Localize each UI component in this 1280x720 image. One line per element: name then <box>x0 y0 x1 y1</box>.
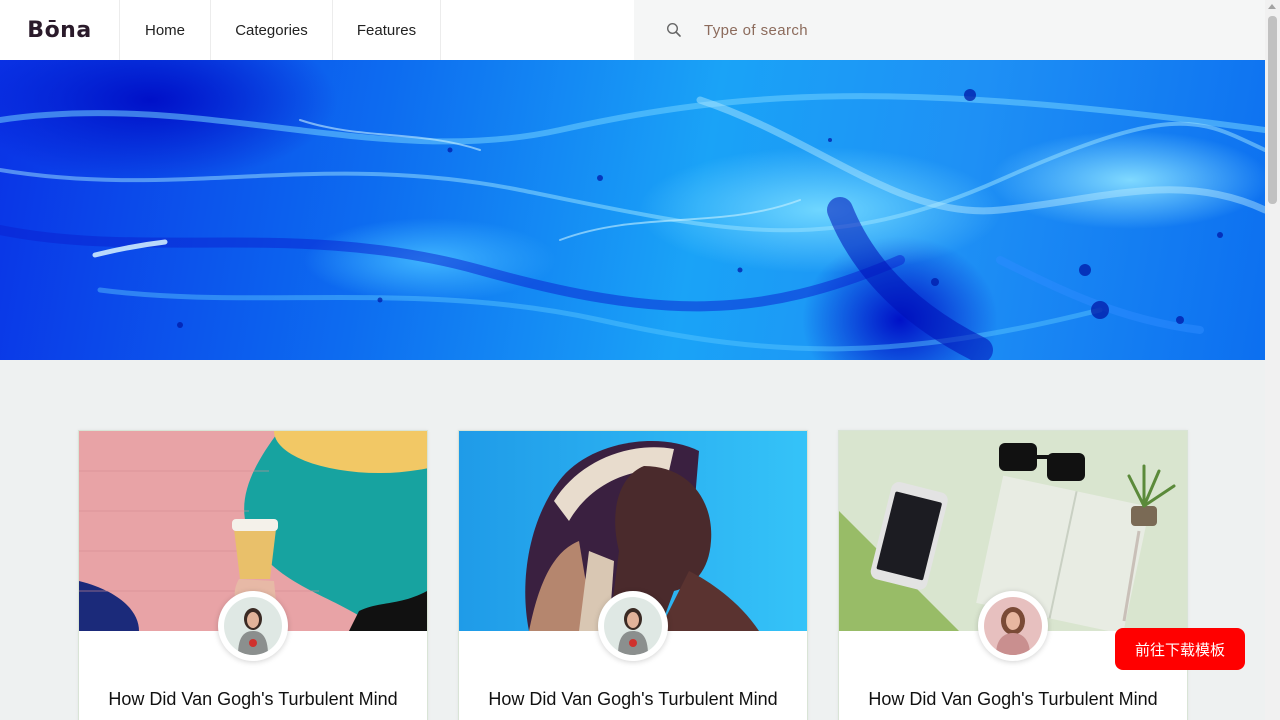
search-bar <box>634 0 1265 60</box>
hero-banner-image <box>0 60 1265 360</box>
nav-item-features[interactable]: Features <box>333 0 441 60</box>
nav-item-home[interactable]: Home <box>120 0 211 60</box>
download-template-button[interactable]: 前往下载模板 <box>1115 628 1245 670</box>
scroll-up-arrow-icon[interactable] <box>1268 4 1276 9</box>
nav-item-categories[interactable]: Categories <box>211 0 333 60</box>
site-logo[interactable]: Bōna <box>0 0 120 60</box>
author-avatar[interactable] <box>218 591 288 661</box>
post-card[interactable]: How Did Van Gogh's Turbulent Mind <box>458 430 808 720</box>
woman-avatar-icon <box>224 597 282 655</box>
post-card[interactable]: How Did Van Gogh's Turbulent Mind <box>78 430 428 720</box>
woman-pink-avatar-icon <box>984 597 1042 655</box>
author-avatar[interactable] <box>598 591 668 661</box>
post-card[interactable]: How Did Van Gogh's Turbulent Mind <box>838 430 1188 720</box>
post-card-title[interactable]: How Did Van Gogh's Turbulent Mind <box>839 689 1187 710</box>
author-avatar[interactable] <box>978 591 1048 661</box>
top-navbar: Bōna Home Categories Features <box>0 0 1265 60</box>
post-card-title[interactable]: How Did Van Gogh's Turbulent Mind <box>459 689 807 710</box>
woman-avatar-icon <box>604 597 662 655</box>
scrollbar-thumb[interactable] <box>1268 16 1277 204</box>
search-icon[interactable] <box>666 22 682 38</box>
search-input[interactable] <box>704 21 1004 39</box>
post-card-title[interactable]: How Did Van Gogh's Turbulent Mind <box>79 689 427 710</box>
header-spacer <box>441 0 634 60</box>
page-scrollbar[interactable] <box>1265 0 1280 720</box>
hero-marble-texture <box>0 89 1265 360</box>
